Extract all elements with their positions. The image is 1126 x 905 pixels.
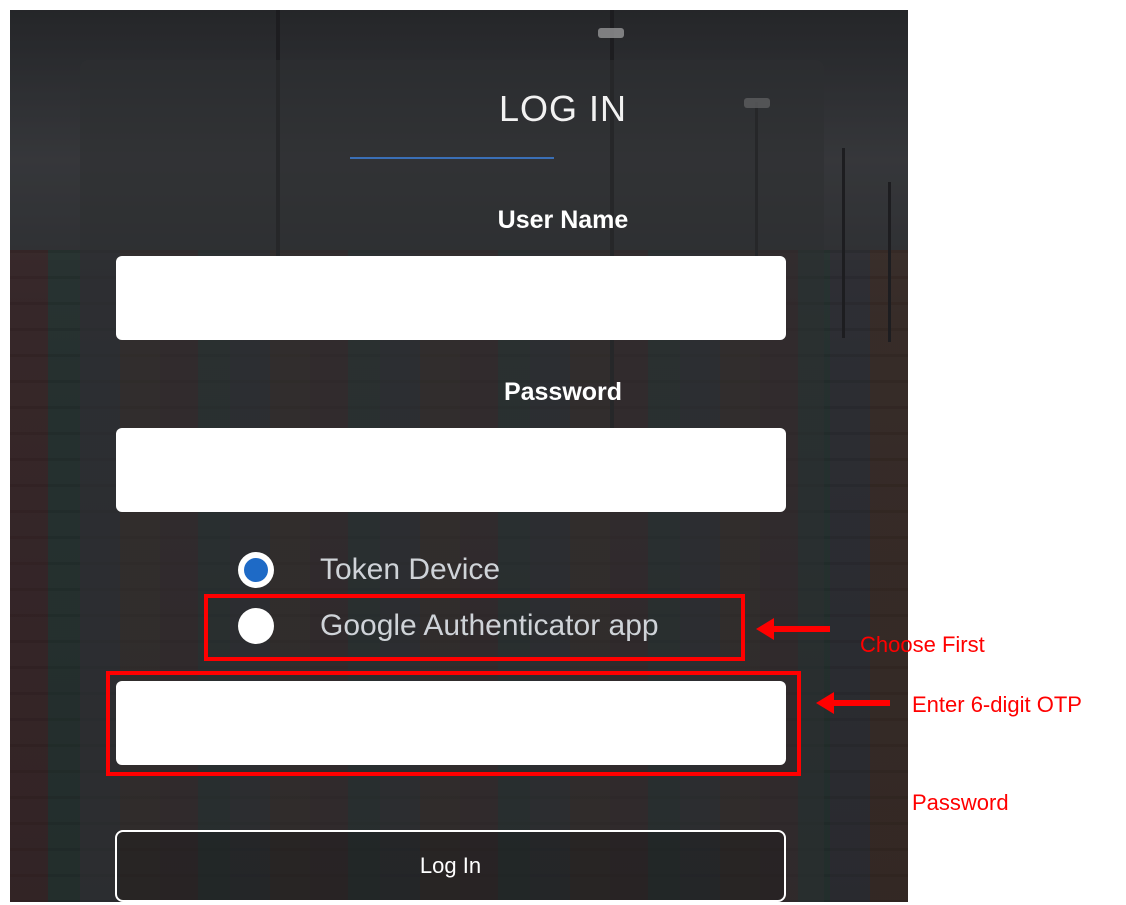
login-button[interactable]: Log In [115,830,786,902]
page-title: LOG IN [498,88,628,129]
annotation-password: Password [912,790,1009,815]
annotation-choose-first: Choose First [860,632,985,657]
title-underline [350,157,554,159]
annotation-enter-otp: Enter 6-digit OTP [912,692,1082,717]
annotation-box-otp [106,671,801,776]
radio-button-checked[interactable] [238,552,274,588]
password-label: Password [503,378,623,406]
password-input[interactable] [116,428,786,512]
username-label: User Name [497,206,629,234]
auth-option-label: Token Device [320,553,501,586]
auth-option-token-device[interactable]: Token Device [238,548,500,592]
username-input[interactable] [116,256,786,340]
annotation-arrow-icon [756,618,830,640]
annotation-arrow-icon [816,692,890,714]
annotation-box-auth-choice [204,594,745,661]
